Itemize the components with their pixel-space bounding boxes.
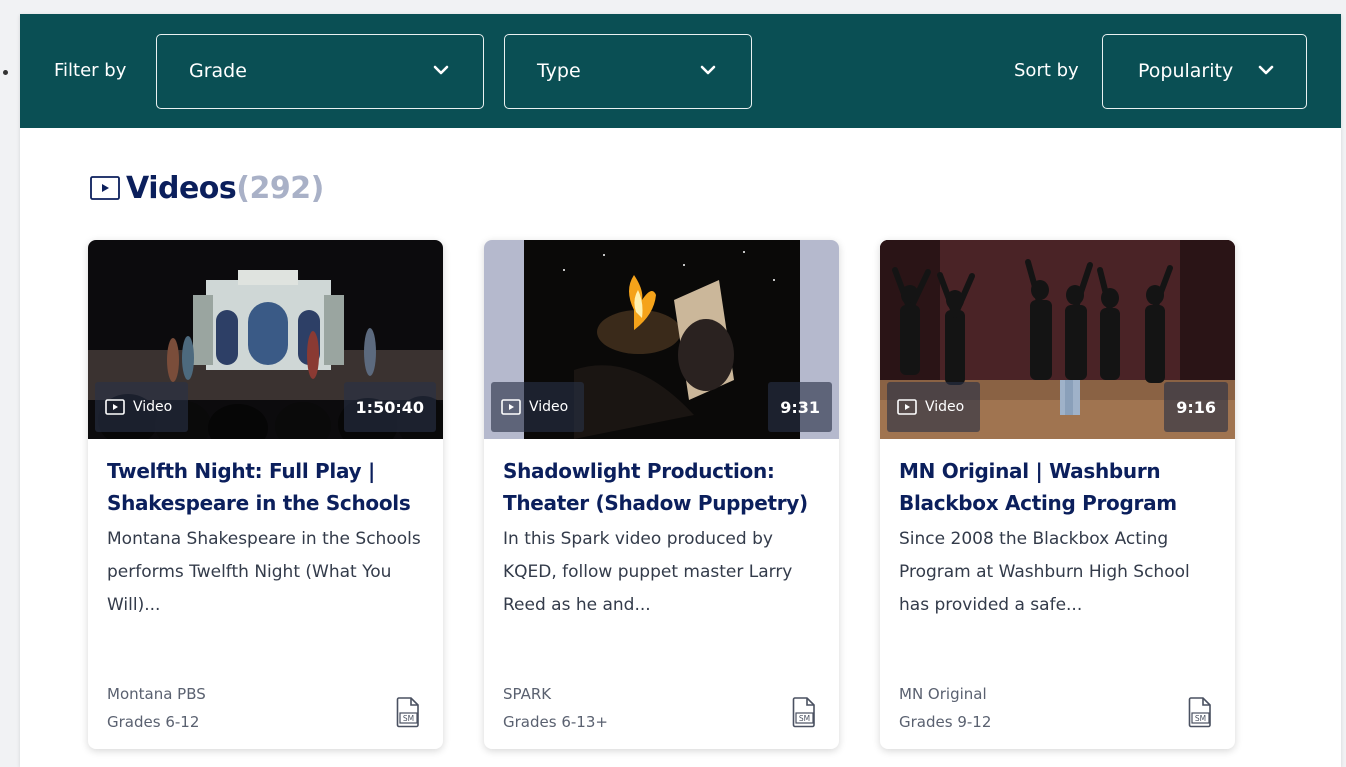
grade-dropdown[interactable]: Grade xyxy=(156,34,484,109)
card-description: Montana Shakespeare in the Schools perfo… xyxy=(107,529,421,615)
video-type-badge: Video xyxy=(95,382,188,432)
video-type-badge: Video xyxy=(491,382,584,432)
card-description: In this Spark video produced by KQED, fo… xyxy=(503,529,793,615)
video-card[interactable]: Video 9:31 Shadowlight Production: Theat… xyxy=(484,240,839,749)
type-dropdown[interactable]: Type xyxy=(504,34,752,109)
support-materials-icon-text: SM xyxy=(799,714,810,723)
video-icon xyxy=(90,176,120,200)
video-thumbnail[interactable]: Video 1:50:40 xyxy=(88,240,443,439)
section-heading: Videos (292) xyxy=(90,170,324,206)
sort-by-label: Sort by xyxy=(1014,60,1079,81)
video-thumbnail[interactable]: Video 9:16 xyxy=(880,240,1235,439)
video-badge-label: Video xyxy=(133,399,173,415)
chevron-down-icon xyxy=(700,65,716,75)
video-thumbnail[interactable]: Video 9:31 xyxy=(484,240,839,439)
sort-dropdown-value: Popularity xyxy=(1138,60,1234,82)
card-title[interactable]: MN Original | Washburn Blackbox Acting P… xyxy=(899,455,1224,519)
video-badge-label: Video xyxy=(529,399,569,415)
chevron-down-icon xyxy=(433,65,449,75)
section-title: Videos xyxy=(126,170,237,206)
video-duration: 9:16 xyxy=(1164,382,1228,432)
support-materials-icon[interactable]: SM xyxy=(1188,696,1213,728)
video-card[interactable]: Video 1:50:40 Twelfth Night: Full Play |… xyxy=(88,240,443,749)
grade-dropdown-label: Grade xyxy=(189,60,247,82)
card-grades: Grades 6-13+ xyxy=(503,713,608,731)
support-materials-icon[interactable]: SM xyxy=(792,696,817,728)
card-source: SPARK xyxy=(503,685,552,703)
video-duration: 9:31 xyxy=(768,382,832,432)
card-source: MN Original xyxy=(899,685,987,703)
video-icon xyxy=(105,399,125,415)
card-title[interactable]: Twelfth Night: Full Play | Shakespeare i… xyxy=(107,455,432,519)
card-source: Montana PBS xyxy=(107,685,206,703)
results-panel: Filter by Grade Type Sort by Popularity … xyxy=(20,14,1341,767)
card-grades: Grades 9-12 xyxy=(899,713,992,731)
support-materials-icon[interactable]: SM xyxy=(396,696,421,728)
video-card[interactable]: Video 9:16 MN Original | Washburn Blackb… xyxy=(880,240,1235,749)
video-badge-label: Video xyxy=(925,399,965,415)
type-dropdown-label: Type xyxy=(537,60,581,82)
section-count: (292) xyxy=(236,170,324,206)
chevron-down-icon xyxy=(1258,65,1274,75)
support-materials-icon-text: SM xyxy=(403,714,414,723)
video-duration: 1:50:40 xyxy=(343,382,436,432)
card-grades: Grades 6-12 xyxy=(107,713,200,731)
filter-by-label: Filter by xyxy=(54,60,127,81)
support-materials-icon-text: SM xyxy=(1195,714,1206,723)
sort-dropdown[interactable]: Popularity xyxy=(1102,34,1307,109)
page-edge-dot xyxy=(3,70,8,75)
filter-bar: Filter by Grade Type Sort by Popularity xyxy=(20,14,1341,128)
video-type-badge: Video xyxy=(887,382,980,432)
card-title[interactable]: Shadowlight Production: Theater (Shadow … xyxy=(503,455,828,519)
video-icon xyxy=(897,399,917,415)
video-icon xyxy=(501,399,521,415)
card-description: Since 2008 the Blackbox Acting Program a… xyxy=(899,529,1190,615)
